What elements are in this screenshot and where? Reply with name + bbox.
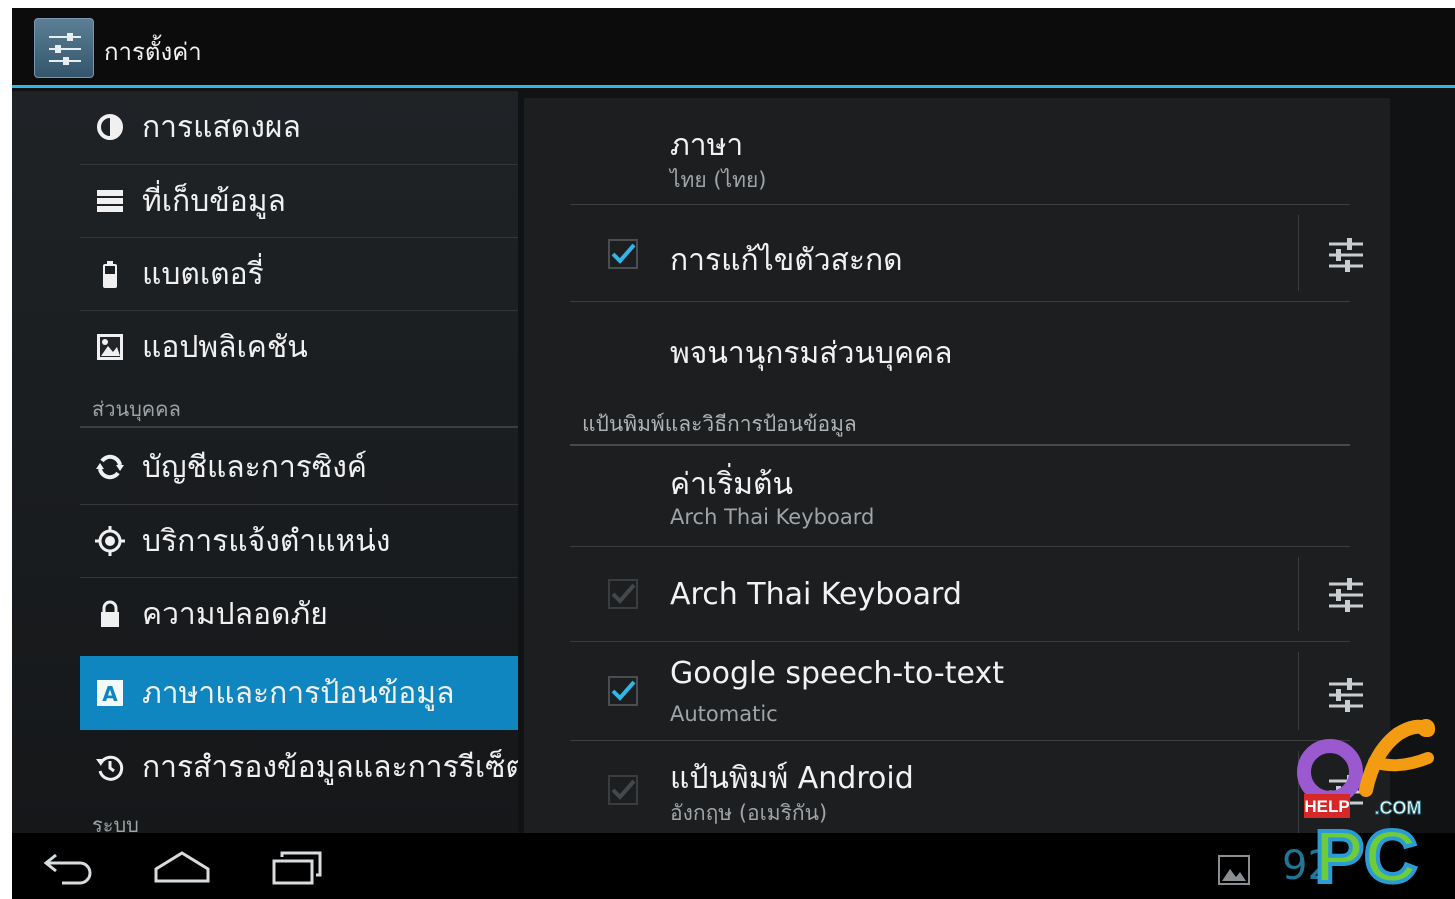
sidebar-item-apps[interactable]: แอปพลิเคชัน (80, 311, 518, 383)
android-keyboard-checkbox-icon[interactable] (608, 775, 638, 805)
sidebar-item-backup-reset[interactable]: การสำรองข้อมูลและการรีเซ็ต (80, 731, 518, 803)
google-speech-title: Google speech-to-text (670, 656, 1004, 691)
location-icon (92, 523, 128, 559)
android-keyboard-row[interactable]: แป้นพิมพ์ Android อังกฤษ (อเมริกัน) (570, 741, 1363, 833)
apps-icon (92, 329, 128, 365)
personal-dictionary-row[interactable]: พจนานุกรมส่วนบุคคล (570, 302, 1350, 394)
language-value: ไทย (ไทย) (670, 168, 767, 192)
sidebar-item-label: ที่เก็บข้อมูล (142, 183, 286, 219)
language-title: ภาษา (670, 128, 744, 163)
sidebar-item-label: การแสดงผล (142, 109, 301, 145)
sidebar-item-label: แบตเตอรี่ (142, 256, 264, 292)
google-speech-settings-icon[interactable] (1327, 676, 1365, 714)
device-screen: การตั้งค่า การแสดงผล ที่เก็บข้อมูล แบตเต… (12, 8, 1455, 899)
sidebar-item-accounts-sync[interactable]: บัญชีและการซิงค์ (80, 431, 518, 503)
spell-checker-settings-icon[interactable] (1327, 236, 1365, 274)
svg-text:A: A (102, 682, 118, 706)
section-divider (570, 444, 1350, 446)
vertical-separator (1298, 215, 1299, 291)
settings-sidebar: การแสดงผล ที่เก็บข้อมูล แบตเตอรี่ แอปพลิ… (12, 91, 518, 837)
action-bar: การตั้งค่า (12, 8, 1455, 88)
back-icon[interactable] (42, 847, 98, 887)
arch-thai-checkbox-icon[interactable] (608, 579, 638, 609)
watermark-pc-text: PC (1315, 815, 1418, 892)
section-divider (80, 426, 518, 428)
sidebar-item-security[interactable]: ความปลอดภัย (80, 578, 518, 650)
settings-detail-pane: ภาษา ไทย (ไทย) การแก้ไขตัวสะกด พจนานุกรม… (524, 98, 1390, 833)
backup-icon (92, 749, 128, 785)
sidebar-item-label: การสำรองข้อมูลและการรีเซ็ต (142, 749, 518, 785)
storage-icon (92, 183, 128, 219)
sidebar-item-display[interactable]: การแสดงผล (80, 91, 518, 163)
sidebar-item-location[interactable]: บริการแจ้งตำแหน่ง (80, 505, 518, 577)
default-title: ค่าเริ่มต้น (670, 467, 794, 502)
default-value: Arch Thai Keyboard (670, 505, 875, 529)
google-speech-row[interactable]: Google speech-to-text Automatic (570, 642, 1363, 740)
sync-icon (92, 449, 128, 485)
watermark-help-text: HELP (1304, 797, 1349, 816)
sidebar-item-label: ความปลอดภัย (142, 596, 328, 632)
android-keyboard-subtitle: อังกฤษ (อเมริกัน) (670, 801, 828, 825)
helppc-watermark-logo: HELP .COM PC (1297, 719, 1435, 892)
google-speech-checkbox-icon[interactable] (608, 676, 638, 706)
system-navigation-bar: 92 (12, 833, 1455, 899)
language-row[interactable]: ภาษา ไทย (ไทย) (570, 108, 1350, 198)
arch-thai-settings-icon[interactable] (1327, 576, 1365, 614)
sidebar-item-label: ภาษาและการป้อนข้อมูล (142, 675, 455, 711)
app-title: การตั้งค่า (104, 38, 202, 66)
vertical-separator (1298, 557, 1299, 631)
recents-icon[interactable] (270, 847, 326, 887)
sidebar-item-label: บริการแจ้งตำแหน่ง (142, 523, 391, 559)
language-icon: A (92, 675, 128, 711)
screenshot-notification-icon[interactable] (1218, 855, 1250, 885)
keyboard-section-header: แป้นพิมพ์และวิธีการป้อนข้อมูล (582, 412, 857, 436)
spell-checker-title: การแก้ไขตัวสะกด (670, 243, 903, 278)
google-speech-subtitle: Automatic (670, 702, 778, 726)
settings-app-icon[interactable] (34, 18, 94, 78)
battery-icon (92, 256, 128, 292)
spell-checker-checkbox-icon[interactable] (608, 239, 638, 269)
sidebar-item-label: บัญชีและการซิงค์ (142, 449, 367, 485)
sidebar-item-storage[interactable]: ที่เก็บข้อมูล (80, 165, 518, 237)
section-header-personal: ส่วนบุคคล (92, 397, 181, 421)
arch-thai-title: Arch Thai Keyboard (670, 577, 962, 612)
personal-dictionary-title: พจนานุกรมส่วนบุคคล (670, 336, 953, 371)
sidebar-item-label: แอปพลิเคชัน (142, 329, 308, 365)
spell-checker-row[interactable]: การแก้ไขตัวสะกด (570, 205, 1363, 301)
arch-thai-keyboard-row[interactable]: Arch Thai Keyboard (570, 547, 1363, 641)
lock-icon (92, 596, 128, 632)
default-keyboard-row[interactable]: ค่าเริ่มต้น Arch Thai Keyboard (570, 447, 1350, 543)
sidebar-item-language-input[interactable]: A ภาษาและการป้อนข้อมูล (80, 656, 518, 730)
home-icon[interactable] (152, 847, 212, 887)
brightness-icon (92, 109, 128, 145)
sidebar-item-battery[interactable]: แบตเตอรี่ (80, 238, 518, 310)
android-keyboard-title: แป้นพิมพ์ Android (670, 761, 914, 796)
